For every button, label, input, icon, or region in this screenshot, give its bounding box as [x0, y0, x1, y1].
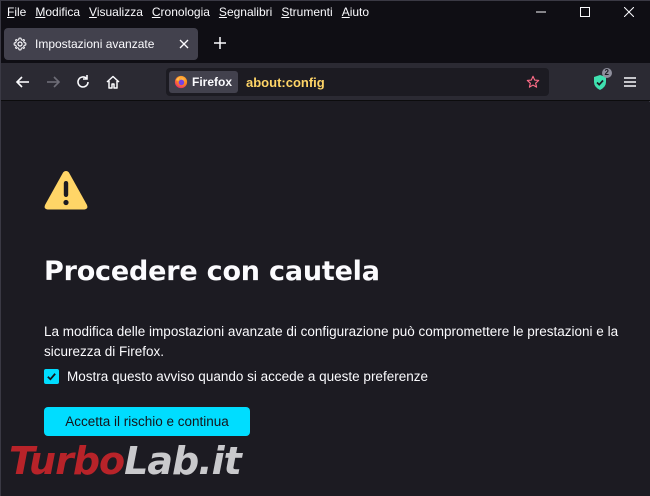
warning-description: La modifica delle impostazioni avanzate … [44, 324, 619, 359]
arrow-right-icon [47, 75, 61, 88]
menu-aiuto-accesskey: A [341, 5, 350, 19]
menu-modifica-label: odifica [45, 5, 81, 19]
checkmark-icon [47, 373, 56, 381]
menu-modifica-accesskey: M [35, 5, 46, 19]
firefox-logo-icon [174, 75, 188, 89]
menu-aiuto[interactable]: Aiuto [342, 5, 369, 19]
menu-cronologia-accesskey: C [151, 5, 161, 19]
menu-cronologia[interactable]: Cronologia [152, 5, 210, 19]
menu-visualizza-accesskey: V [89, 5, 97, 19]
menu-file[interactable]: File [7, 5, 26, 19]
menu-file-label: ile [14, 5, 27, 19]
turbolab-watermark: TurboLab.it [9, 439, 242, 483]
menu-cronologia-label: ronologia [160, 5, 210, 19]
reload-button[interactable] [68, 67, 98, 97]
maximize-button[interactable] [563, 1, 607, 23]
app-menu-button[interactable] [616, 67, 644, 97]
page-title: Procedere con cautela [44, 256, 380, 287]
menu-bar: File Modifica Visualizza Cronologia Segn… [1, 1, 650, 23]
bookmark-star-button[interactable] [521, 70, 545, 94]
menu-strumenti[interactable]: Strumenti [281, 5, 332, 19]
menu-segnalibri-accesskey: S [218, 5, 227, 19]
watermark-part2: Lab.it [124, 439, 242, 483]
identity-box[interactable]: Firefox [169, 71, 239, 93]
new-tab-button[interactable] [206, 29, 234, 57]
hamburger-menu-icon [624, 77, 636, 87]
tab-title: Impostazioni avanzate [35, 37, 155, 51]
extension-button[interactable]: 2 [586, 67, 614, 97]
url-text[interactable]: about:config [246, 75, 521, 90]
menu-visualizza[interactable]: Visualizza [89, 5, 143, 19]
home-button[interactable] [98, 67, 128, 97]
accept-risk-button[interactable]: Accetta il rischio e continua [44, 407, 250, 436]
warning-checkbox-row[interactable]: Mostra questo avviso quando si accede a … [44, 369, 428, 384]
minimize-button[interactable] [519, 1, 563, 23]
url-bar[interactable]: Firefox about:config [166, 68, 549, 96]
menu-segnalibri-label: egnalibri [226, 5, 273, 19]
menu-aiuto-label: iuto [349, 5, 370, 19]
browser-window: File Modifica Visualizza Cronologia Segn… [0, 0, 650, 496]
warning-icon [44, 171, 88, 210]
reload-icon [77, 74, 89, 88]
gear-icon [13, 37, 27, 51]
forward-button[interactable] [38, 67, 68, 97]
close-icon [624, 7, 634, 17]
tab-strip: Impostazioni avanzate [1, 23, 650, 63]
page-content: Procedere con cautela La modifica delle … [1, 102, 650, 496]
close-icon [179, 39, 189, 49]
minimize-icon [536, 11, 546, 13]
menu-modifica[interactable]: Modifica [35, 5, 80, 19]
tab-close-button[interactable] [176, 36, 192, 52]
menu-visualizza-label: isualizza [96, 5, 143, 19]
plus-icon [214, 37, 226, 49]
extension-badge: 2 [601, 68, 612, 78]
menu-segnalibri[interactable]: Segnalibri [219, 5, 272, 19]
show-warning-checkbox-label[interactable]: Mostra questo avviso quando si accede a … [67, 369, 428, 384]
close-window-button[interactable] [607, 1, 650, 23]
tab-impostazioni-avanzate[interactable]: Impostazioni avanzate [4, 28, 198, 60]
star-icon [526, 75, 540, 88]
show-warning-checkbox[interactable] [44, 369, 59, 384]
maximize-icon [580, 7, 590, 17]
arrow-left-icon [15, 75, 29, 88]
identity-label: Firefox [192, 75, 233, 89]
menu-strumenti-label: trumenti [289, 5, 333, 19]
watermark-part1: Turbo [9, 439, 125, 483]
navigation-toolbar: Firefox about:config 2 [1, 63, 650, 101]
home-icon [106, 75, 120, 89]
back-button[interactable] [8, 67, 38, 97]
window-controls [519, 1, 650, 23]
